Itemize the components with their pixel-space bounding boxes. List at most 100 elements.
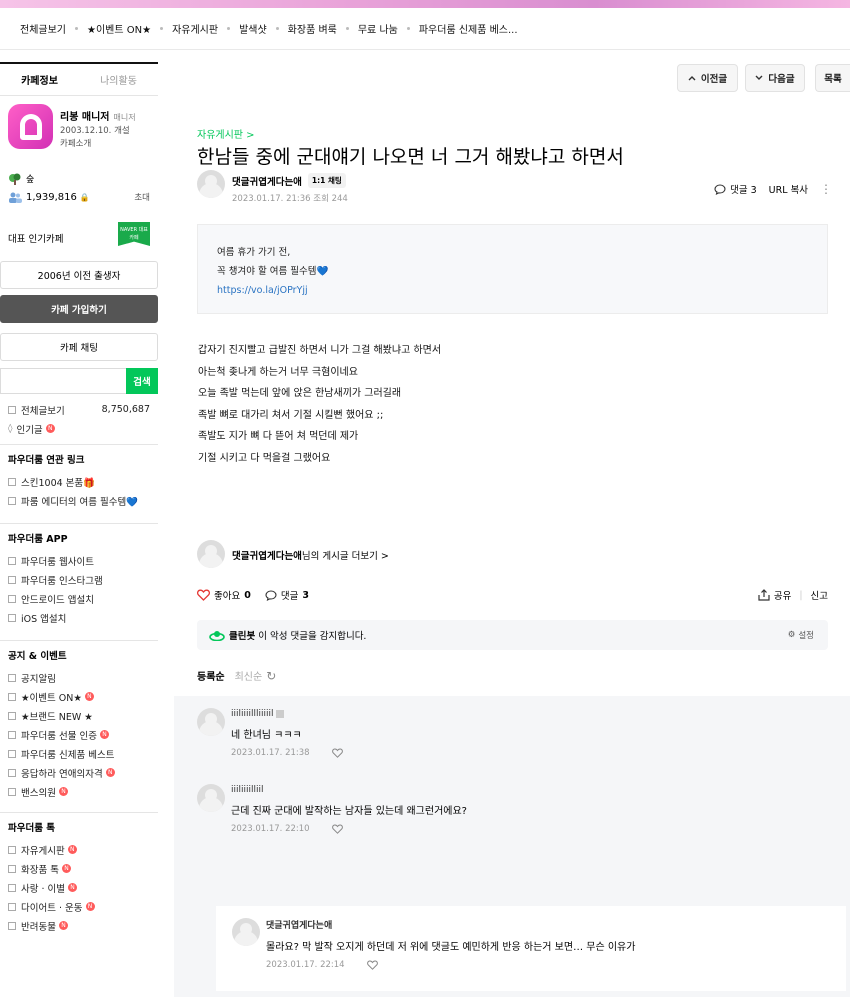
menu-flea[interactable]: 화장품 벼룩 [288, 21, 337, 36]
cafe-menu-bar: 전체글보기 ★이벤트 ON★ 자유게시판 발색샷 화장품 벼룩 무료 나눔 파우… [0, 8, 850, 50]
menu-new-best[interactable]: 파우더룸 신제품 베스... [419, 21, 518, 36]
menu-swatch[interactable]: 발색샷 [239, 21, 267, 36]
body-line: 기절 시키고 다 먹을걸 그랬어요 [198, 452, 331, 464]
share-button[interactable]: 공유 [758, 588, 791, 602]
section-title: 파우더룸 톡 [0, 812, 158, 840]
menu-separator [160, 27, 164, 30]
sort-latest[interactable]: 최신순 [235, 668, 263, 683]
cleanbot-settings-button[interactable]: ⚙ 설정 [788, 629, 814, 641]
avatar[interactable] [232, 918, 260, 946]
comment-author[interactable]: iiiliiiillliiiiil [231, 709, 343, 719]
avatar[interactable] [197, 784, 225, 812]
sidebar-section-app: 파우더룸 APP 파우더룸 웹사이트 파우더룸 인스타그램 안드로이드 앱설치 … [0, 523, 158, 627]
sidebar-item[interactable]: 파우더룸 인스타그램 [0, 570, 158, 589]
sidebar-item[interactable]: iOS 앱설치 [0, 608, 158, 627]
tab-my-activity[interactable]: 나의활동 [79, 64, 158, 95]
comment-author[interactable]: 댓글귀엽게다는애 [266, 918, 635, 931]
cafe-search-button[interactable]: 검색 [126, 368, 158, 394]
board-link[interactable]: 자유게시판 > [197, 126, 255, 141]
sidebar-item[interactable]: 화장품 톡N [0, 859, 158, 878]
body-line: 족발 뼈로 대가리 쳐서 기절 시킬뻔 했어요 ;; [198, 409, 384, 421]
cafe-intro-link[interactable]: 카페소개 [60, 137, 91, 149]
new-badge-icon: N [99, 730, 109, 739]
sidebar-item[interactable]: 파룸 에디터의 여름 필수템💙 [0, 491, 158, 510]
invite-button[interactable]: 초대 [134, 191, 150, 203]
board-icon [8, 902, 16, 911]
author-name[interactable]: 댓글귀엽게다는애 [232, 174, 302, 188]
sidebar-item[interactable]: 다이어트 · 운동 N [0, 897, 158, 916]
fire-icon: ◊ [8, 423, 13, 434]
sidebar-item[interactable]: 반려동물 N [0, 916, 158, 935]
comment-button[interactable]: 댓글 3 [265, 588, 309, 602]
comment-count-link[interactable]: 댓글 3 [714, 182, 757, 196]
next-post-button[interactable]: 다음글 [745, 64, 805, 92]
like-button[interactable]: 좋아요 0 [197, 588, 251, 602]
more-author-posts-link[interactable]: 댓글귀엽게다는애님의 게시글 더보기 > [232, 548, 389, 562]
sort-registered[interactable]: 등록순 [197, 668, 225, 683]
menu-free-board[interactable]: 자유게시판 [172, 21, 218, 36]
chat-badge[interactable]: 1:1 채팅 [307, 173, 346, 188]
sidebar-item[interactable]: 자유게시판 N [0, 840, 158, 859]
new-badge-icon: N [45, 424, 55, 433]
board-icon [8, 921, 16, 930]
menu-all-posts[interactable]: 전체글보기 [20, 21, 66, 36]
gear-icon: ⚙ [787, 630, 796, 640]
avatar[interactable] [197, 708, 225, 736]
cafe-profile: 리봉 매니저 매니저 2003.12.10. 개설 카페소개 [0, 96, 158, 160]
board-icon [8, 730, 16, 739]
sidebar-item[interactable]: 파우더룸 웹사이트 [0, 551, 158, 570]
tree-icon [9, 173, 21, 185]
url-copy-button[interactable]: URL 복사 [769, 182, 808, 196]
heart-icon[interactable] [366, 960, 378, 970]
sidebar-item[interactable]: 안드로이드 앱설치 [0, 589, 158, 608]
board-icon [8, 883, 16, 892]
avatar[interactable] [197, 540, 225, 568]
comment-icon [714, 183, 726, 195]
board-icon [8, 749, 16, 758]
sidebar-item[interactable]: 파우더룸 선물 인증 N [0, 725, 158, 744]
sidebar-item[interactable]: ★브랜드 NEW ★ [0, 706, 158, 725]
chevron-down-icon [755, 75, 763, 80]
join-cafe-button[interactable]: 카페 가입하기 [0, 295, 158, 323]
list-button[interactable]: 목록 [815, 64, 850, 92]
sidebar-item[interactable]: 파우더룸 신제품 베스트 [0, 744, 158, 763]
author-info: 댓글귀엽게다는애 1:1 채팅 [232, 173, 346, 188]
cafe-search: 검색 [0, 368, 158, 394]
cafe-chat-button[interactable]: 카페 채팅 [0, 333, 158, 361]
sidebar-item[interactable]: 사랑 · 이별 N [0, 878, 158, 897]
more-options-icon[interactable]: ⋮ [820, 182, 832, 196]
prev-post-button[interactable]: 이전글 [677, 64, 738, 92]
report-button[interactable]: 신고 [811, 588, 828, 602]
promo-link[interactable]: https://vo.la/jOPrYjj [217, 281, 827, 300]
promo-line: 꼭 챙겨야 할 여름 필수템💙 [217, 266, 329, 277]
board-icon [8, 768, 16, 777]
sidebar-popular[interactable]: ◊ 인기글 N [0, 419, 158, 438]
menu-separator [275, 27, 279, 30]
chevron-up-icon [688, 76, 696, 81]
tab-cafe-info[interactable]: 카페정보 [0, 64, 79, 95]
cafe-founded-date: 2003.12.10. 개설 [60, 126, 130, 136]
heart-icon[interactable] [331, 824, 343, 834]
cleanbot-notice: 클린봇 이 악성 댓글을 감지합니다. ⚙ 설정 [197, 620, 828, 650]
sidebar-item[interactable]: 밴스의원 N [0, 782, 158, 801]
cafe-logo[interactable] [8, 104, 53, 149]
sidebar-item[interactable]: 공지알림 [0, 668, 158, 687]
sidebar-tabs: 카페정보 나의활동 [0, 62, 158, 96]
refresh-icon[interactable]: ↻ [266, 669, 276, 683]
board-icon [8, 864, 16, 873]
sidebar-item[interactable]: 스킨1004 본품🎁 [0, 472, 158, 491]
new-badge-icon: N [58, 787, 68, 796]
menu-free-share[interactable]: 무료 나눔 [358, 21, 398, 36]
cafe-search-input[interactable] [0, 368, 126, 394]
body-line: 오늘 족발 먹는데 앞에 앉은 한남새끼가 그러길래 [198, 388, 402, 399]
heart-icon[interactable] [331, 748, 343, 758]
sidebar-item[interactable]: 응답하라 연애의자격 N [0, 763, 158, 782]
comment-author[interactable]: iiiliiiilliil [231, 785, 467, 795]
cafe-rank: 숲 [8, 172, 34, 185]
comment-text: 몰라요? 막 발작 오지게 하던데 저 위에 댓글도 예민하게 반응 하는거 보… [266, 942, 636, 953]
cafe-manager-name[interactable]: 리봉 매니저 매니저 [60, 108, 136, 123]
avatar[interactable] [197, 170, 225, 198]
sidebar-item[interactable]: ★이벤트 ON★ N [0, 687, 158, 706]
sidebar-all-posts[interactable]: 전체글보기 8,750,687 [0, 400, 158, 419]
menu-event[interactable]: ★이벤트 ON★ [87, 21, 151, 36]
